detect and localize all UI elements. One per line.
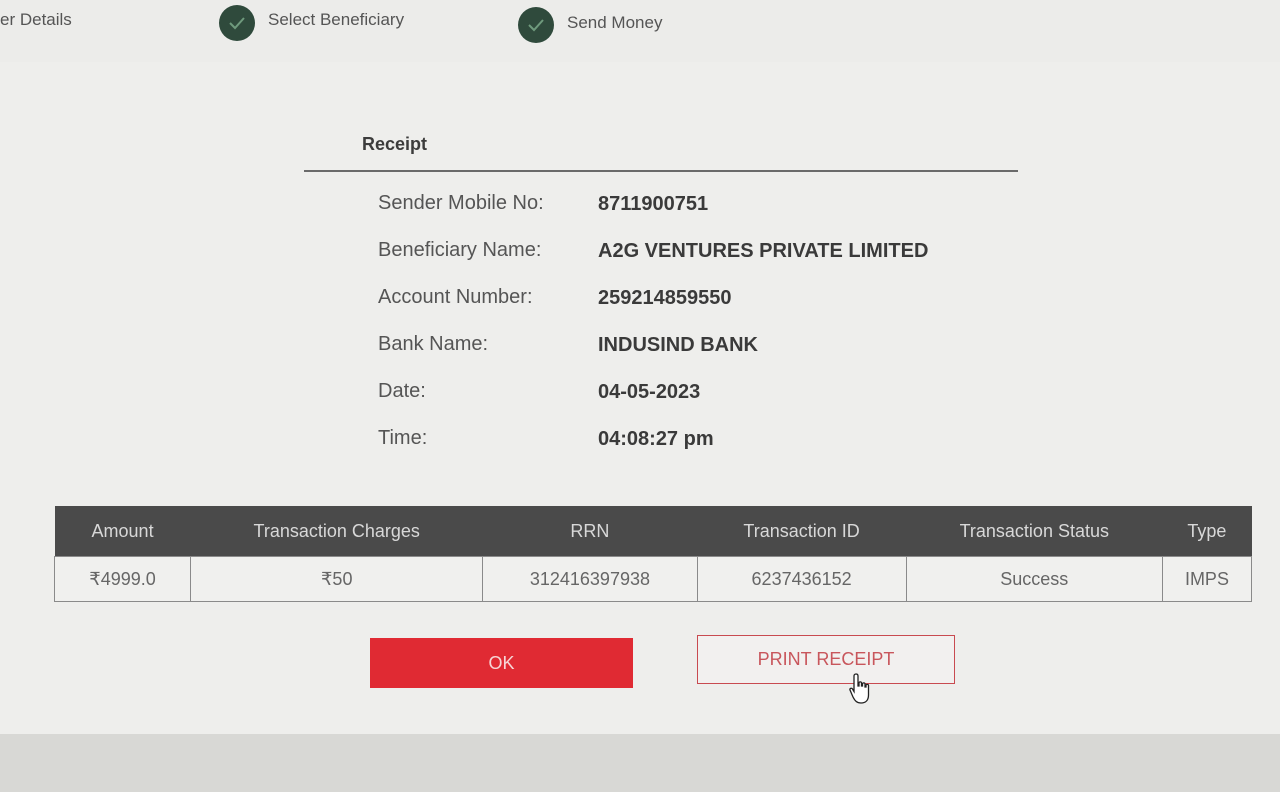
receipt-row-account-number: Account Number: 259214859550 (378, 286, 1018, 316)
step-label-sender-details: er Details (0, 10, 72, 29)
receipt-row-sender-mobile: Sender Mobile No: 8711900751 (378, 192, 1018, 222)
hand-pointer-cursor-icon (849, 673, 870, 704)
receipt-row-bank-name: Bank Name: INDUSIND BANK (378, 333, 1018, 363)
field-label: Beneficiary Name: (378, 239, 542, 261)
ok-button[interactable]: OK (370, 638, 633, 688)
progress-stepper: er Details Select Beneficiary Send Money (0, 0, 1280, 63)
cell-type: IMPS (1161, 556, 1253, 602)
cell-transaction-id: 6237436152 (696, 556, 907, 602)
field-label: Bank Name: (378, 333, 489, 355)
column-header-transaction-status: Transaction Status (906, 506, 1163, 557)
table-row: ₹4999.0 ₹50 312416397938 6237436152 Succ… (53, 556, 1253, 602)
receipt-row-time: Time: 04:08:27 pm (378, 427, 1018, 457)
column-header-type: Type (1162, 506, 1252, 557)
step-label-select-beneficiary: Select Beneficiary (268, 10, 405, 29)
field-label: Time: (378, 427, 428, 449)
field-value: INDUSIND BANK (598, 334, 758, 356)
field-label: Date: (378, 380, 426, 402)
field-value: 04-05-2023 (598, 381, 701, 403)
step-complete-check-icon (219, 5, 255, 41)
column-header-rrn: RRN (482, 506, 698, 557)
receipt-row-date: Date: 04-05-2023 (378, 380, 1018, 410)
column-header-amount: Amount (54, 506, 191, 557)
field-value: 259214859550 (598, 287, 732, 309)
field-label: Sender Mobile No: (378, 192, 544, 214)
step-label-send-money: Send Money (567, 13, 663, 32)
transaction-table: Amount Transaction Charges RRN Transacti… (53, 506, 1253, 602)
cell-amount: ₹4999.0 (53, 556, 192, 602)
cell-transaction-status: Success (905, 556, 1163, 602)
table-header-row: Amount Transaction Charges RRN Transacti… (54, 506, 1252, 557)
receipt-title: Receipt (362, 134, 428, 154)
step-complete-check-icon (518, 7, 554, 43)
field-label: Account Number: (378, 286, 533, 308)
print-receipt-button[interactable]: PRINT RECEIPT (697, 635, 955, 684)
column-header-transaction-id: Transaction ID (697, 506, 907, 557)
column-header-transaction-charges: Transaction Charges (190, 506, 483, 557)
cell-transaction-charges: ₹50 (190, 556, 484, 602)
field-value: 8711900751 (598, 193, 709, 215)
receipt-divider (304, 170, 1018, 172)
field-value: 04:08:27 pm (598, 428, 714, 450)
cell-rrn: 312416397938 (482, 556, 698, 602)
receipt-row-beneficiary-name: Beneficiary Name: A2G VENTURES PRIVATE L… (378, 239, 1018, 269)
page-footer-band (0, 734, 1280, 792)
field-value: A2G VENTURES PRIVATE LIMITED (598, 240, 929, 262)
